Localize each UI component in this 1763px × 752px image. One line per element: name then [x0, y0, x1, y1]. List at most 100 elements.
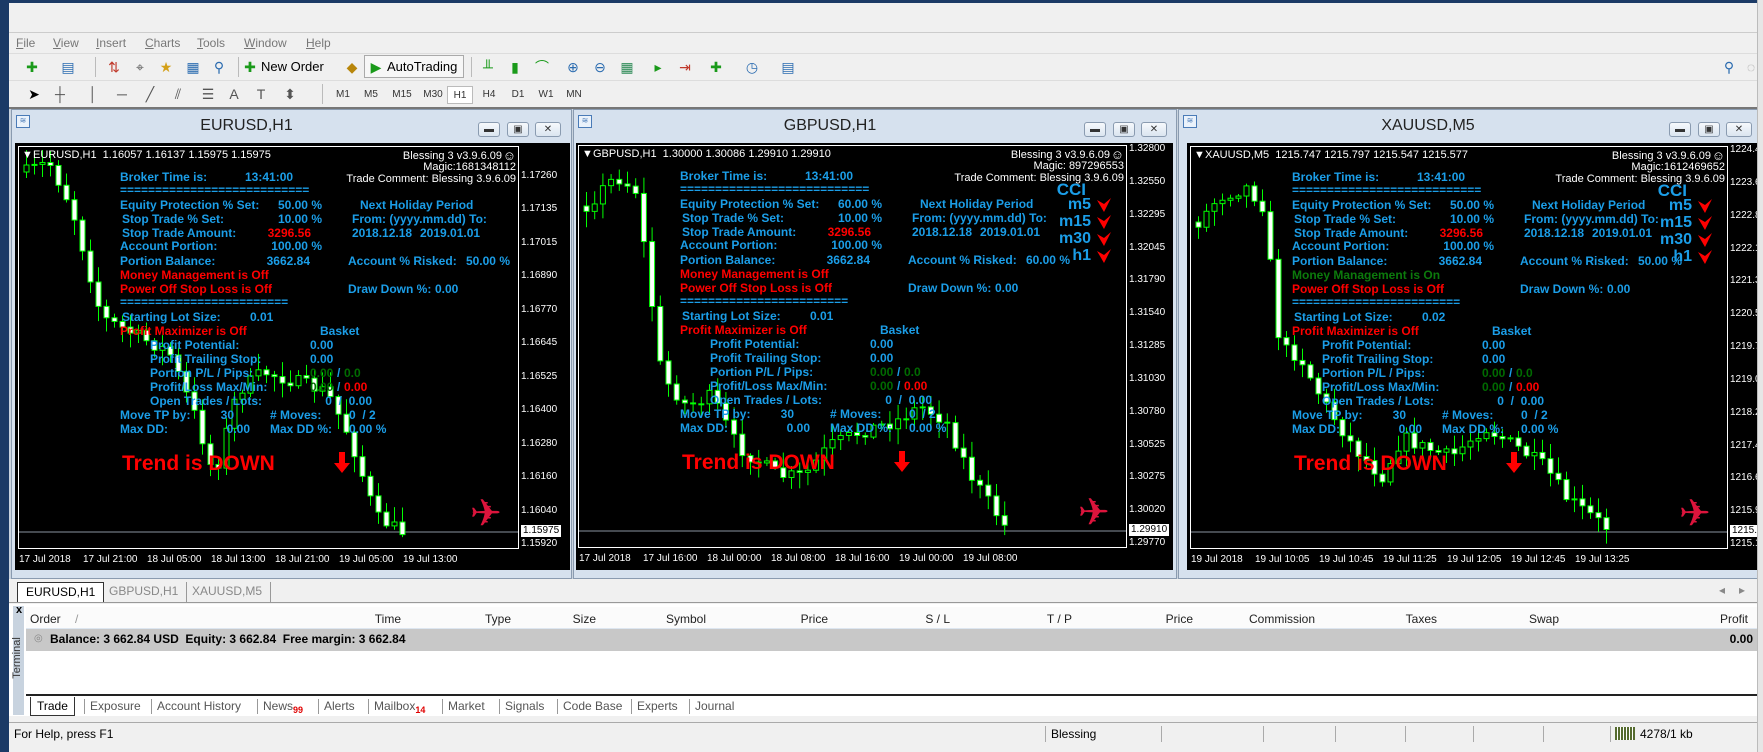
minimize-button[interactable]: ▬ [1669, 122, 1691, 137]
chart-shift-icon[interactable]: ⇥ [676, 58, 694, 76]
chart-tab-xauusd[interactable]: XAUUSD,M5 [184, 582, 272, 602]
close-button[interactable]: ✕ [1141, 122, 1167, 137]
terminal-tab-journal[interactable]: Journal [695, 697, 734, 716]
column-header-price[interactable]: Price [1073, 612, 1193, 626]
terminal-tab-exposure[interactable]: Exposure [90, 697, 141, 716]
timeframe-m15[interactable]: M15 [389, 86, 415, 104]
timeframe-d1[interactable]: D1 [505, 86, 531, 104]
terminal-tab-experts[interactable]: Experts [637, 697, 678, 716]
horizontal-line-icon[interactable]: ─ [113, 85, 131, 103]
column-header-profit[interactable]: Profit [1628, 612, 1748, 626]
data-window-icon[interactable]: ⌖ [131, 58, 149, 76]
maximize-button[interactable]: ▣ [1113, 122, 1135, 137]
profiles-icon[interactable]: ▤ [59, 58, 77, 76]
search-icon[interactable]: ⚲ [1720, 58, 1738, 76]
terminal-tab-news[interactable]: News99 [263, 697, 303, 716]
timeframe-m30[interactable]: M30 [420, 86, 446, 104]
column-header-s-l[interactable]: S / L [830, 612, 950, 626]
minimize-button[interactable]: ▬ [478, 122, 500, 137]
chart-menu-icon[interactable]: ▼ [1194, 149, 1205, 162]
bar-chart-icon[interactable]: ╨ [479, 58, 497, 76]
indicators-icon[interactable]: ✚ [707, 58, 725, 76]
chart-canvas[interactable]: ▼ GBPUSD,H1 1.30000 1.30086 1.29910 1.299… [576, 143, 1173, 570]
zoom-out-icon[interactable]: ⊖ [591, 58, 609, 76]
autoscroll-icon[interactable]: ▸ [649, 58, 667, 76]
window-title-bar[interactable]: ≋ GBPUSD,H1 ▬ ▣ ✕ [574, 110, 1176, 143]
crosshair-icon[interactable]: ┼ [51, 85, 69, 103]
column-header-commission[interactable]: Commission [1195, 612, 1315, 626]
chart-plot-area[interactable]: ▼ XAUUSD,M5 1215.747 1215.797 1215.547 12… [1190, 146, 1728, 549]
candlestick-icon[interactable]: ▮ [506, 58, 524, 76]
terminal-tab-signals[interactable]: Signals [505, 697, 544, 716]
timeframe-h1[interactable]: H1 [447, 86, 473, 104]
menu-help[interactable]: Help [306, 36, 331, 50]
column-header-time[interactable]: Time [281, 612, 401, 626]
menu-insert[interactable]: Insert [96, 36, 126, 50]
maximize-button[interactable]: ▣ [507, 122, 529, 137]
text-label-icon[interactable]: T [252, 85, 270, 103]
timeframe-w1[interactable]: W1 [533, 86, 559, 104]
tab-scroll-left-icon[interactable]: ◂ [1719, 583, 1725, 597]
chart-plot-area[interactable]: ▼ EURUSD,H1 1.16057 1.16137 1.15975 1.159… [18, 146, 519, 549]
timeframe-h4[interactable]: H4 [476, 86, 502, 104]
autotrading-button[interactable]: ▶ AutoTrading [364, 55, 464, 78]
chart-menu-icon[interactable]: ▼ [22, 149, 33, 162]
arrows-icon[interactable]: ⬍ [281, 85, 299, 103]
terminal-tab-market[interactable]: Market [448, 697, 485, 716]
cursor-icon[interactable]: ➤ [25, 85, 43, 103]
chart-canvas[interactable]: ▼ EURUSD,H1 1.16057 1.16137 1.15975 1.159… [15, 143, 570, 570]
column-header-t-p[interactable]: T / P [952, 612, 1072, 626]
vertical-line-icon[interactable]: │ [84, 85, 102, 103]
chart-plot-area[interactable]: ▼ GBPUSD,H1 1.30000 1.30086 1.29910 1.299… [578, 145, 1127, 548]
menu-view[interactable]: View [53, 36, 79, 50]
tile-windows-icon[interactable]: ▦ [618, 58, 636, 76]
text-icon[interactable]: A [225, 85, 243, 103]
new-order-button[interactable]: New Order [261, 59, 324, 74]
equidistant-channel-icon[interactable]: ⫽ [169, 85, 187, 103]
metaeditor-icon[interactable]: ◆ [343, 58, 361, 76]
column-header-symbol[interactable]: Symbol [586, 612, 706, 626]
tab-scroll-right-icon[interactable]: ▸ [1739, 583, 1745, 597]
column-header-size[interactable]: Size [476, 612, 596, 626]
maximize-button[interactable]: ▣ [1698, 122, 1720, 137]
timeframe-m5[interactable]: M5 [358, 86, 384, 104]
chart-menu-icon[interactable]: ▼ [582, 148, 593, 161]
column-header-order[interactable]: Order [30, 612, 61, 626]
drawdown-label: Draw Down %: [1520, 282, 1604, 296]
menu-window[interactable]: Window [244, 36, 287, 50]
minimize-button[interactable]: ▬ [1084, 122, 1106, 137]
terminal-tab-trade[interactable]: Trade [30, 697, 75, 716]
column-header-swap[interactable]: Swap [1439, 612, 1559, 626]
close-button[interactable]: ✕ [1726, 122, 1752, 137]
window-title-bar[interactable]: ≋ XAUUSD,M5 ▬ ▣ ✕ [1179, 110, 1763, 143]
menu-tools[interactable]: Tools [197, 36, 225, 50]
window-title-bar[interactable]: ≋ EURUSD,H1 ▬ ▣ ✕ [12, 110, 571, 143]
navigator-icon[interactable]: ★ [157, 58, 175, 76]
terminal-tab-alerts[interactable]: Alerts [324, 697, 355, 716]
trendline-icon[interactable]: ╱ [141, 85, 159, 103]
periods-icon[interactable]: ◷ [743, 58, 761, 76]
chart-tab-gbpusd[interactable]: GBPUSD,H1 [101, 582, 188, 602]
terminal-tab-code-base[interactable]: Code Base [563, 697, 622, 716]
fibonacci-icon[interactable]: ☰ [199, 85, 217, 103]
close-button[interactable]: ✕ [535, 122, 561, 137]
menu-file[interactable]: File [16, 36, 35, 50]
market-watch-icon[interactable]: ⇅ [105, 58, 123, 76]
terminal-icon[interactable]: ▦ [184, 58, 202, 76]
terminal-close-icon[interactable]: x [16, 604, 22, 616]
zoom-in-icon[interactable]: ⊕ [564, 58, 582, 76]
terminal-tab-mailbox[interactable]: Mailbox14 [374, 697, 425, 716]
timeframe-m1[interactable]: M1 [330, 86, 356, 104]
templates-icon[interactable]: ▤ [779, 58, 797, 76]
chart-tab-eurusd[interactable]: EURUSD,H1 [17, 582, 105, 602]
menu-charts[interactable]: Charts [145, 36, 180, 50]
new-chart-icon[interactable]: ✚ [23, 58, 41, 76]
timeframe-mn[interactable]: MN [561, 86, 587, 104]
chart-canvas[interactable]: ▼ XAUUSD,M5 1215.747 1215.797 1215.547 12… [1187, 143, 1763, 570]
terminal-tab-account-history[interactable]: Account History [157, 697, 241, 716]
column-header-price[interactable]: Price [708, 612, 828, 626]
column-header-taxes[interactable]: Taxes [1317, 612, 1437, 626]
strategy-tester-icon[interactable]: ⚲ [210, 58, 228, 76]
line-chart-icon[interactable]: ⌒ [533, 58, 551, 76]
scrollbar[interactable] [1757, 0, 1763, 752]
